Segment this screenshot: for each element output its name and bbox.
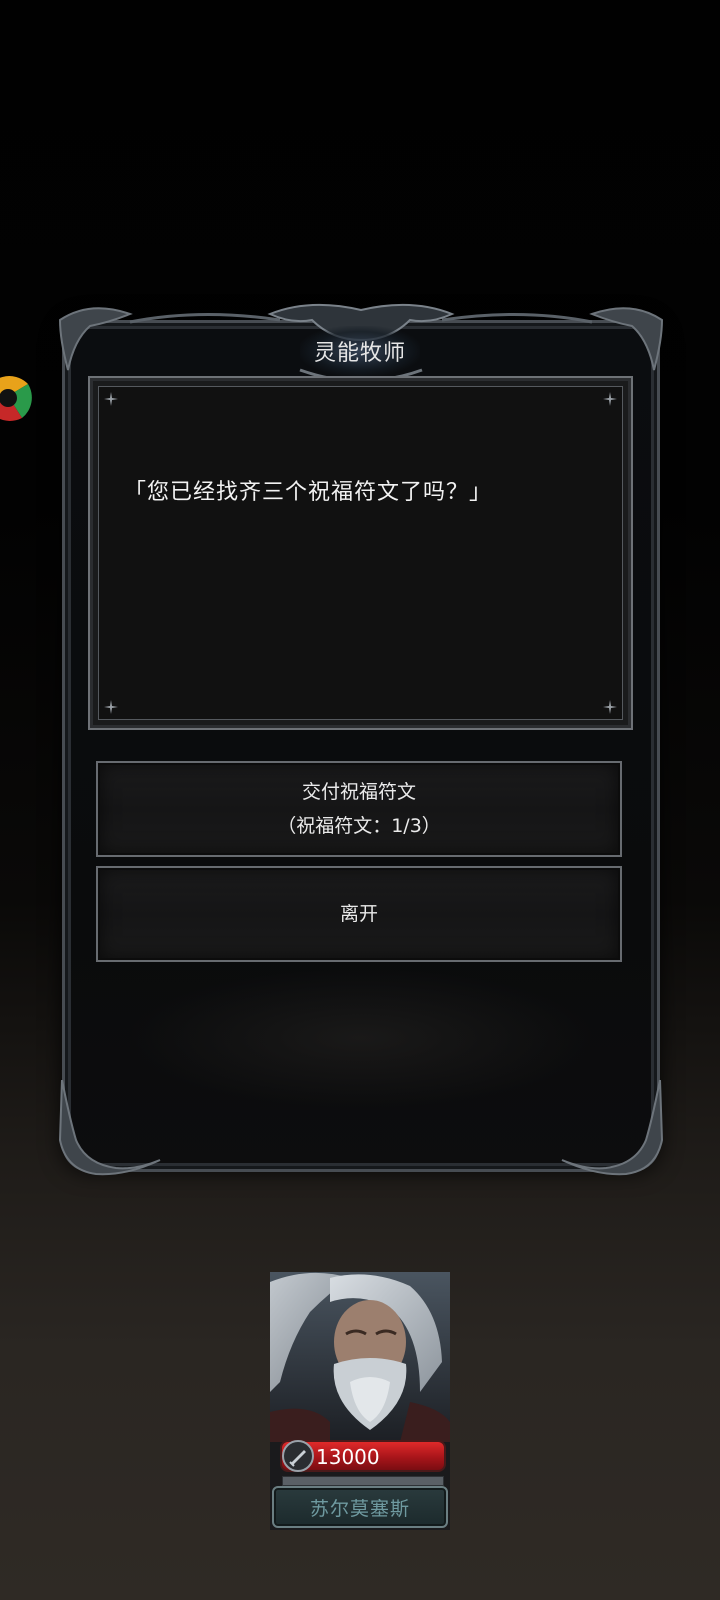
- sparkle-icon: [104, 700, 118, 714]
- speaker-title-plate: 灵能牧师: [272, 322, 448, 380]
- deliver-runes-label: 交付祝福符文: [301, 781, 416, 803]
- hero-portrait: [270, 1272, 450, 1442]
- deliver-runes-button[interactable]: 交付祝福符文 （祝福符文：1/3）: [96, 761, 622, 857]
- sword-emblem-icon: [282, 1440, 314, 1472]
- hero-hp-bar: 13000: [280, 1440, 446, 1472]
- hero-card[interactable]: 13000 苏尔莫塞斯: [270, 1272, 450, 1530]
- dialog-message: 「您已经找齐三个祝福符文了吗？」: [124, 480, 493, 505]
- rune-progress-label: （祝福符文：1/3）: [277, 815, 441, 837]
- hero-exp-bar: [282, 1476, 444, 1486]
- panel-empty-area: [126, 968, 596, 1108]
- sparkle-icon: [104, 392, 118, 406]
- leave-label: 离开: [339, 903, 378, 925]
- app-logo-icon[interactable]: [0, 366, 32, 432]
- hero-name: 苏尔莫塞斯: [309, 1497, 410, 1520]
- sparkle-icon: [603, 392, 617, 406]
- hero-hp-value: 13000: [316, 1445, 380, 1469]
- game-screen: 灵能牧师 「您已经找齐三个祝福符文了吗？」 交付祝福符文 （祝福符文：1/3） …: [0, 0, 720, 1600]
- dialog-message-box: 「您已经找齐三个祝福符文了吗？」: [88, 376, 633, 730]
- sparkle-icon: [603, 700, 617, 714]
- leave-button[interactable]: 离开: [96, 866, 622, 962]
- speaker-title: 灵能牧师: [313, 341, 406, 366]
- hero-name-plate: 苏尔莫塞斯: [272, 1486, 448, 1528]
